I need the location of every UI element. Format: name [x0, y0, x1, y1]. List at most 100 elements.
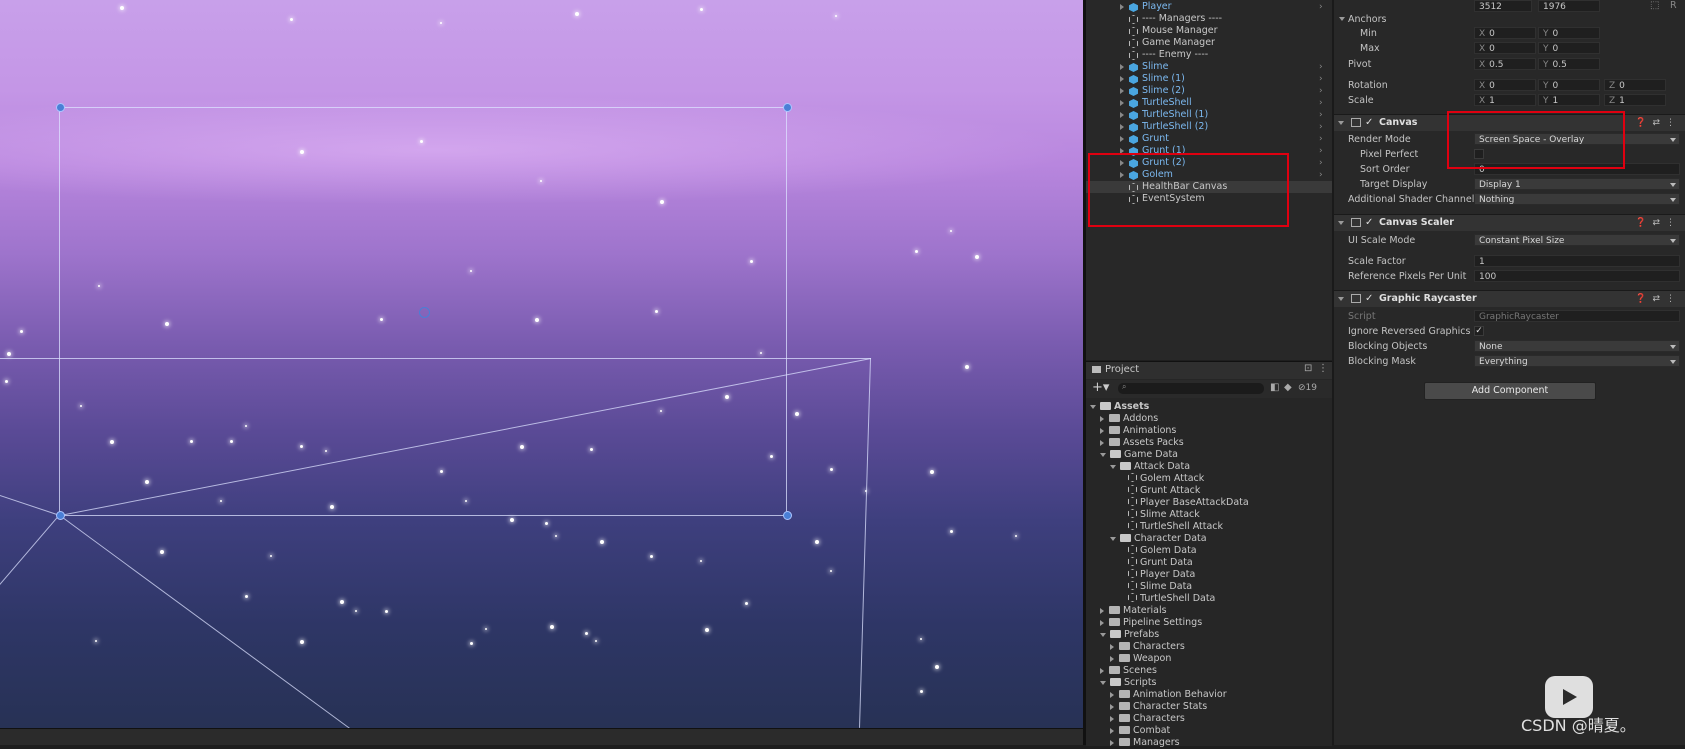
help-icon[interactable]: ❓: [1635, 118, 1652, 128]
project-folder[interactable]: Animations: [1100, 425, 1176, 437]
preset-icon[interactable]: ⇄: [1652, 294, 1666, 304]
project-asset[interactable]: Golem Data: [1120, 545, 1197, 557]
pivot-y[interactable]: Y 0.5: [1538, 58, 1600, 70]
project-folder[interactable]: Assets Packs: [1100, 437, 1184, 449]
project-asset[interactable]: Player BaseAttackData: [1120, 497, 1249, 509]
chevron-right-icon[interactable]: ›: [1319, 157, 1323, 169]
raycaster-enabled-toggle[interactable]: ✓: [1365, 291, 1373, 307]
scale-x[interactable]: X1: [1474, 94, 1536, 106]
more-menu-icon[interactable]: ⋮: [1318, 363, 1328, 374]
blueprint-icon[interactable]: ⬚: [1650, 0, 1659, 11]
project-folder[interactable]: Characters: [1110, 713, 1185, 725]
ignore-reversed-checkbox[interactable]: ✓: [1474, 326, 1484, 336]
expand-arrow-icon[interactable]: [1120, 124, 1124, 130]
anchors-foldout-icon[interactable]: [1339, 17, 1345, 21]
project-asset[interactable]: Grunt Attack: [1120, 485, 1200, 497]
rotation-z[interactable]: Z0: [1604, 79, 1666, 91]
scale-z[interactable]: Z1: [1604, 94, 1666, 106]
raycaster-foldout-icon[interactable]: [1338, 297, 1344, 301]
expand-arrow-icon[interactable]: [1120, 76, 1124, 82]
hidden-count[interactable]: ⊘19: [1298, 383, 1317, 393]
project-folder[interactable]: Scenes: [1100, 665, 1157, 677]
hierarchy-item[interactable]: Game Manager: [1086, 37, 1332, 49]
project-folder[interactable]: Managers: [1110, 737, 1180, 749]
chevron-right-icon[interactable]: ›: [1319, 61, 1323, 73]
ui-scale-mode-dropdown[interactable]: Constant Pixel Size: [1474, 234, 1680, 246]
project-folder[interactable]: Materials: [1100, 605, 1167, 617]
expand-arrow-icon[interactable]: [1120, 4, 1124, 10]
expand-arrow-icon[interactable]: [1100, 427, 1104, 434]
project-folder[interactable]: Weapon: [1110, 653, 1171, 665]
script-field[interactable]: GraphicRaycaster: [1474, 310, 1680, 322]
help-icon[interactable]: ❓: [1635, 294, 1652, 304]
chevron-right-icon[interactable]: ›: [1319, 133, 1323, 145]
blocking-mask-dropdown[interactable]: Everything: [1474, 355, 1680, 367]
expand-arrow-icon[interactable]: [1110, 691, 1114, 698]
project-folder[interactable]: Animation Behavior: [1110, 689, 1227, 701]
canvas-scaler-header[interactable]: ✓ Canvas Scaler ❓⇄⋮: [1334, 214, 1685, 231]
hierarchy-item[interactable]: ---- Managers ----: [1086, 13, 1332, 25]
pivot-handle[interactable]: [419, 307, 430, 318]
hierarchy-item[interactable]: ---- Enemy ----: [1086, 49, 1332, 61]
project-folder[interactable]: Game Data: [1100, 449, 1178, 461]
expand-arrow-icon[interactable]: [1100, 667, 1104, 674]
project-folder[interactable]: Attack Data: [1110, 461, 1190, 473]
expand-arrow-icon[interactable]: [1120, 88, 1124, 94]
canvas-enabled-toggle[interactable]: ✓: [1365, 115, 1373, 131]
graphic-raycaster-header[interactable]: ✓ Graphic Raycaster ❓⇄⋮: [1334, 290, 1685, 307]
hierarchy-item[interactable]: Slime (2) ›: [1086, 85, 1332, 97]
pivot-x[interactable]: X 0.5: [1474, 58, 1536, 70]
ref-ppu-field[interactable]: 100: [1474, 270, 1680, 282]
component-actions[interactable]: ❓⇄⋮: [1635, 115, 1681, 131]
project-asset[interactable]: Golem Attack: [1120, 473, 1204, 485]
project-asset[interactable]: TurtleShell Data: [1120, 593, 1215, 605]
add-component-button[interactable]: Add Component: [1424, 382, 1596, 400]
rotation-y[interactable]: Y0: [1538, 79, 1600, 91]
scene-view[interactable]: [0, 0, 1083, 745]
anchors-label[interactable]: Anchors: [1348, 14, 1386, 25]
anchor-max-y[interactable]: Y0: [1538, 42, 1600, 54]
chevron-right-icon[interactable]: ›: [1319, 73, 1323, 85]
component-actions[interactable]: ❓⇄⋮: [1635, 291, 1681, 307]
collapse-arrow-icon[interactable]: [1110, 464, 1116, 469]
project-folder[interactable]: Addons: [1100, 413, 1158, 425]
scale-y[interactable]: Y1: [1538, 94, 1600, 106]
collapse-arrow-icon[interactable]: [1100, 452, 1106, 457]
expand-arrow-icon[interactable]: [1100, 607, 1104, 614]
collapse-arrow-icon[interactable]: [1100, 632, 1106, 637]
project-folder[interactable]: Characters: [1110, 641, 1185, 653]
hierarchy-item[interactable]: TurtleShell (2) ›: [1086, 121, 1332, 133]
hierarchy-item[interactable]: Mouse Manager: [1086, 25, 1332, 37]
hierarchy-item[interactable]: TurtleShell ›: [1086, 97, 1332, 109]
project-asset[interactable]: Grunt Data: [1120, 557, 1193, 569]
anchor-min-y[interactable]: Y0: [1538, 27, 1600, 39]
collapse-arrow-icon[interactable]: [1100, 680, 1106, 685]
raw-edit-button[interactable]: R: [1670, 0, 1677, 11]
project-folder[interactable]: Character Stats: [1110, 701, 1207, 713]
hierarchy-item[interactable]: Slime (1) ›: [1086, 73, 1332, 85]
shader-channels-dropdown[interactable]: Nothing: [1474, 193, 1680, 205]
target-display-dropdown[interactable]: Display 1: [1474, 178, 1680, 190]
project-folder[interactable]: Assets: [1090, 401, 1149, 413]
height-field[interactable]: 1976: [1538, 0, 1600, 12]
project-folder[interactable]: Prefabs: [1100, 629, 1159, 641]
hierarchy-item[interactable]: Grunt ›: [1086, 133, 1332, 145]
expand-arrow-icon[interactable]: [1110, 643, 1114, 650]
project-tab[interactable]: Project: [1105, 364, 1139, 375]
expand-arrow-icon[interactable]: [1110, 655, 1114, 662]
chevron-right-icon[interactable]: ›: [1319, 121, 1323, 133]
chevron-right-icon[interactable]: ›: [1319, 1, 1323, 13]
hierarchy-item[interactable]: Slime ›: [1086, 61, 1332, 73]
menu-icon[interactable]: ⋮: [1666, 218, 1681, 228]
canvas-foldout-icon[interactable]: [1338, 121, 1344, 125]
anchor-max-x[interactable]: X0: [1474, 42, 1536, 54]
rect-handle[interactable]: [783, 103, 792, 112]
project-asset[interactable]: Slime Data: [1120, 581, 1192, 593]
menu-icon[interactable]: ⋮: [1666, 294, 1681, 304]
filter-type-icon[interactable]: ◧: [1270, 382, 1279, 393]
blocking-objects-dropdown[interactable]: None: [1474, 340, 1680, 352]
expand-arrow-icon[interactable]: [1120, 112, 1124, 118]
chevron-right-icon[interactable]: ›: [1319, 109, 1323, 121]
expand-arrow-icon[interactable]: [1120, 64, 1124, 70]
expand-arrow-icon[interactable]: [1100, 619, 1104, 626]
